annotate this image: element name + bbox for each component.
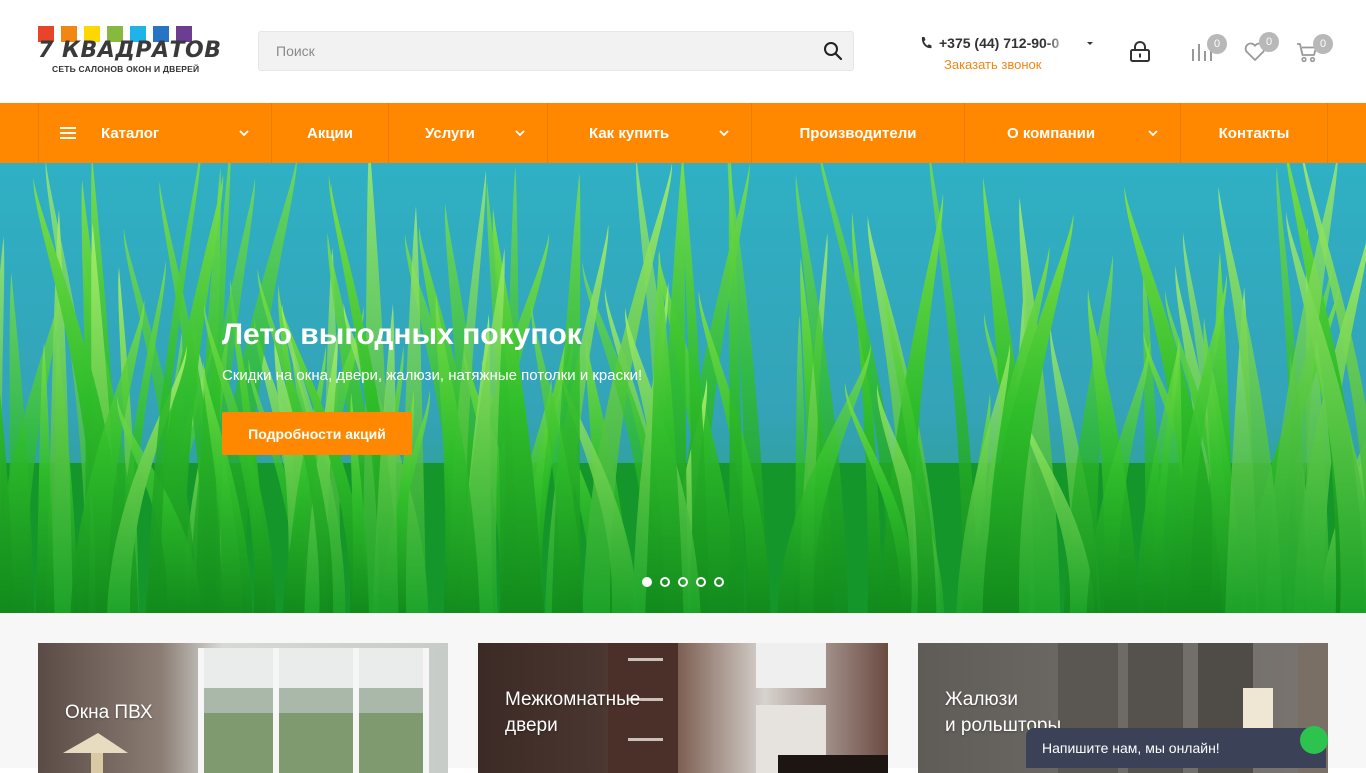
nav-item-label: Производители	[800, 125, 917, 142]
chevron-down-icon	[719, 130, 729, 136]
chat-online-indicator	[1300, 726, 1328, 754]
chat-widget[interactable]: Напишите нам, мы онлайн!	[1026, 728, 1326, 768]
nav-item-label: Акции	[307, 125, 353, 142]
callback-link[interactable]: Заказать звонок	[944, 57, 1100, 72]
category-card-doors[interactable]: Межкомнатные двери	[478, 643, 888, 773]
site-header: 7 КВАДРАТОВ СЕТЬ САЛОНОВ ОКОН И ДВЕРЕЙ +…	[0, 0, 1366, 103]
banner-title: Лето выгодных покупок	[222, 318, 582, 352]
nav-item-contacts[interactable]: Контакты	[1181, 103, 1328, 163]
cart-count-badge: 0	[1313, 34, 1333, 54]
logo-tagline: СЕТЬ САЛОНОВ ОКОН И ДВЕРЕЙ	[52, 64, 230, 74]
slider-dot[interactable]	[696, 577, 706, 587]
chat-label: Напишите нам, мы онлайн!	[1042, 740, 1220, 756]
nav-item-how-to-buy[interactable]: Как купить	[548, 103, 752, 163]
compare-count-badge: 0	[1207, 34, 1227, 54]
search-icon[interactable]	[823, 41, 843, 61]
category-title-line: Жалюзи	[945, 689, 1018, 710]
slider-pagination	[642, 577, 724, 587]
logo-wordmark: 7 КВАДРАТОВ	[38, 41, 230, 61]
nav-item-label: Как купить	[589, 125, 669, 142]
category-title-line: Межкомнатные	[505, 689, 640, 710]
nav-item-manufacturers[interactable]: Производители	[752, 103, 965, 163]
banner-background-image	[0, 163, 1366, 613]
search-input[interactable]	[259, 32, 809, 70]
chevron-down-icon	[1148, 130, 1158, 136]
lock-icon[interactable]	[1128, 40, 1152, 64]
menu-icon	[60, 127, 76, 139]
search-bar	[258, 31, 854, 71]
chevron-down-icon	[515, 130, 525, 136]
favorites-count-badge: 0	[1259, 32, 1279, 52]
main-nav: Каталог Акции Услуги Как купить Производ…	[0, 103, 1366, 163]
slider-dot[interactable]	[660, 577, 670, 587]
nav-item-label: Контакты	[1219, 125, 1290, 142]
nav-item-label: Услуги	[425, 125, 475, 142]
phone-icon	[920, 36, 932, 50]
category-title: Межкомнатные двери	[505, 687, 640, 739]
contact-block: +375 (44) 712-90-0 Заказать звонок	[920, 34, 1100, 72]
nav-item-label: О компании	[1007, 125, 1095, 142]
phone-number[interactable]: +375 (44) 712-90-0	[939, 35, 1071, 51]
nav-item-about[interactable]: О компании	[965, 103, 1181, 163]
nav-item-label: Каталог	[101, 125, 159, 142]
chevron-down-icon	[239, 130, 249, 136]
promo-details-button[interactable]: Подробности акций	[222, 412, 412, 455]
logo[interactable]: 7 КВАДРАТОВ СЕТЬ САЛОНОВ ОКОН И ДВЕРЕЙ	[38, 26, 230, 78]
category-title: Окна ПВХ	[65, 700, 153, 726]
promo-banner: Лето выгодных покупок Скидки на окна, дв…	[0, 163, 1366, 613]
nav-item-catalog[interactable]: Каталог	[39, 103, 272, 163]
chevron-down-icon[interactable]	[1087, 42, 1093, 45]
slider-dot[interactable]	[714, 577, 724, 587]
category-card-windows[interactable]: Окна ПВХ	[38, 643, 448, 773]
nav-item-promotions[interactable]: Акции	[272, 103, 389, 163]
slider-dot[interactable]	[642, 577, 652, 587]
slider-dot[interactable]	[678, 577, 688, 587]
banner-subtitle: Скидки на окна, двери, жалюзи, натяжные …	[222, 367, 642, 384]
nav-item-services[interactable]: Услуги	[389, 103, 548, 163]
category-title-line: двери	[505, 715, 558, 736]
